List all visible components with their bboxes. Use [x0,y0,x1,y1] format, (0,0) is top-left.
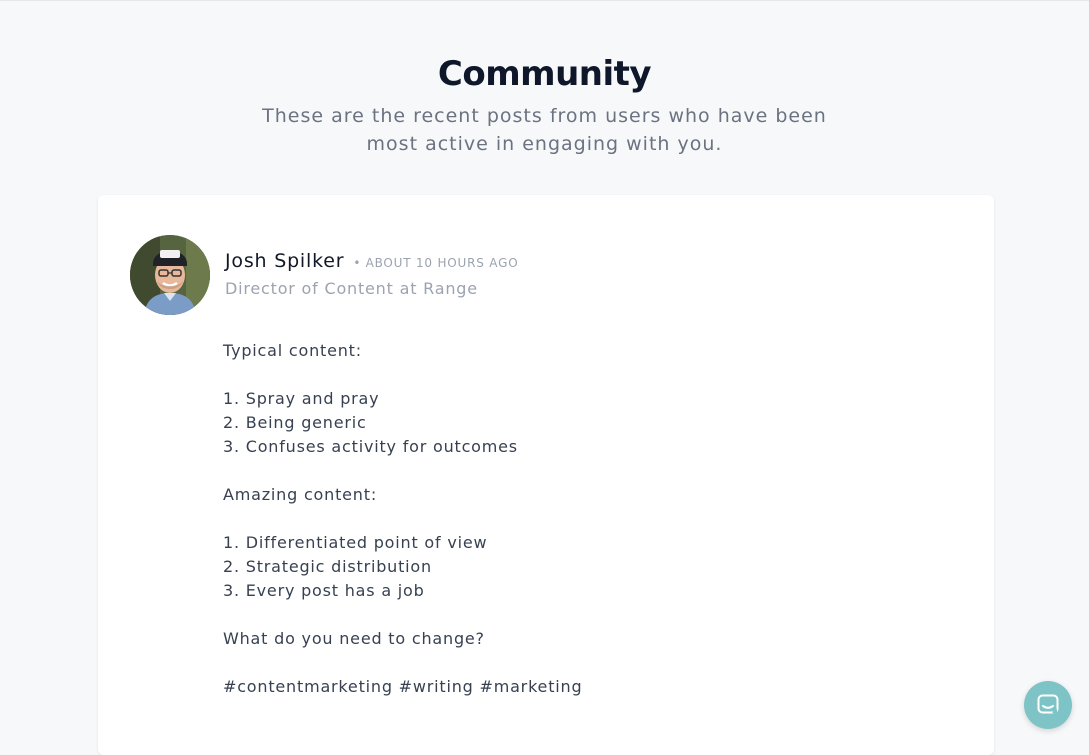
post-line: 3. Confuses activity for outcomes [223,437,518,456]
page-header: Community These are the recent posts fro… [0,50,1089,158]
post-line [223,603,582,627]
post-line: 1. Spray and pray [223,389,380,408]
top-divider [0,0,1089,1]
post-line: 2. Strategic distribution [223,557,432,576]
post-line: What do you need to change? [223,629,485,648]
post-line [223,363,582,387]
post-card: Josh Spilker • ABOUT 10 HOURS AGO Direct… [98,195,994,755]
separator-dot: • [353,256,361,270]
post-line: Amazing content: [223,485,378,504]
author-avatar[interactable] [130,235,210,315]
author-name[interactable]: Josh Spilker [225,250,344,272]
page-title: Community [437,54,652,94]
post-body: Typical content: 1. Spray and pray 2. Be… [223,339,582,699]
post-line: 2. Being generic [223,413,367,432]
author-role: Director of Content at Range [225,279,478,298]
post-line [223,459,582,483]
post-hashtags[interactable]: #contentmarketing #writing #marketing [223,675,582,699]
chat-bubble-icon [1037,694,1059,715]
post-line [223,507,582,531]
avatar-photo-icon [130,235,210,315]
post-line: Typical content: [223,341,362,360]
post-line: 3. Every post has a job [223,581,425,600]
chat-launcher-button[interactable] [1024,681,1072,729]
post-timestamp: ABOUT 10 HOURS AGO [365,256,519,270]
post-line [223,651,582,675]
post-line: 1. Differentiated point of view [223,533,488,552]
author-row: Josh Spilker • ABOUT 10 HOURS AGO [225,250,518,272]
page-subtitle: These are the recent posts from users wh… [262,105,827,155]
